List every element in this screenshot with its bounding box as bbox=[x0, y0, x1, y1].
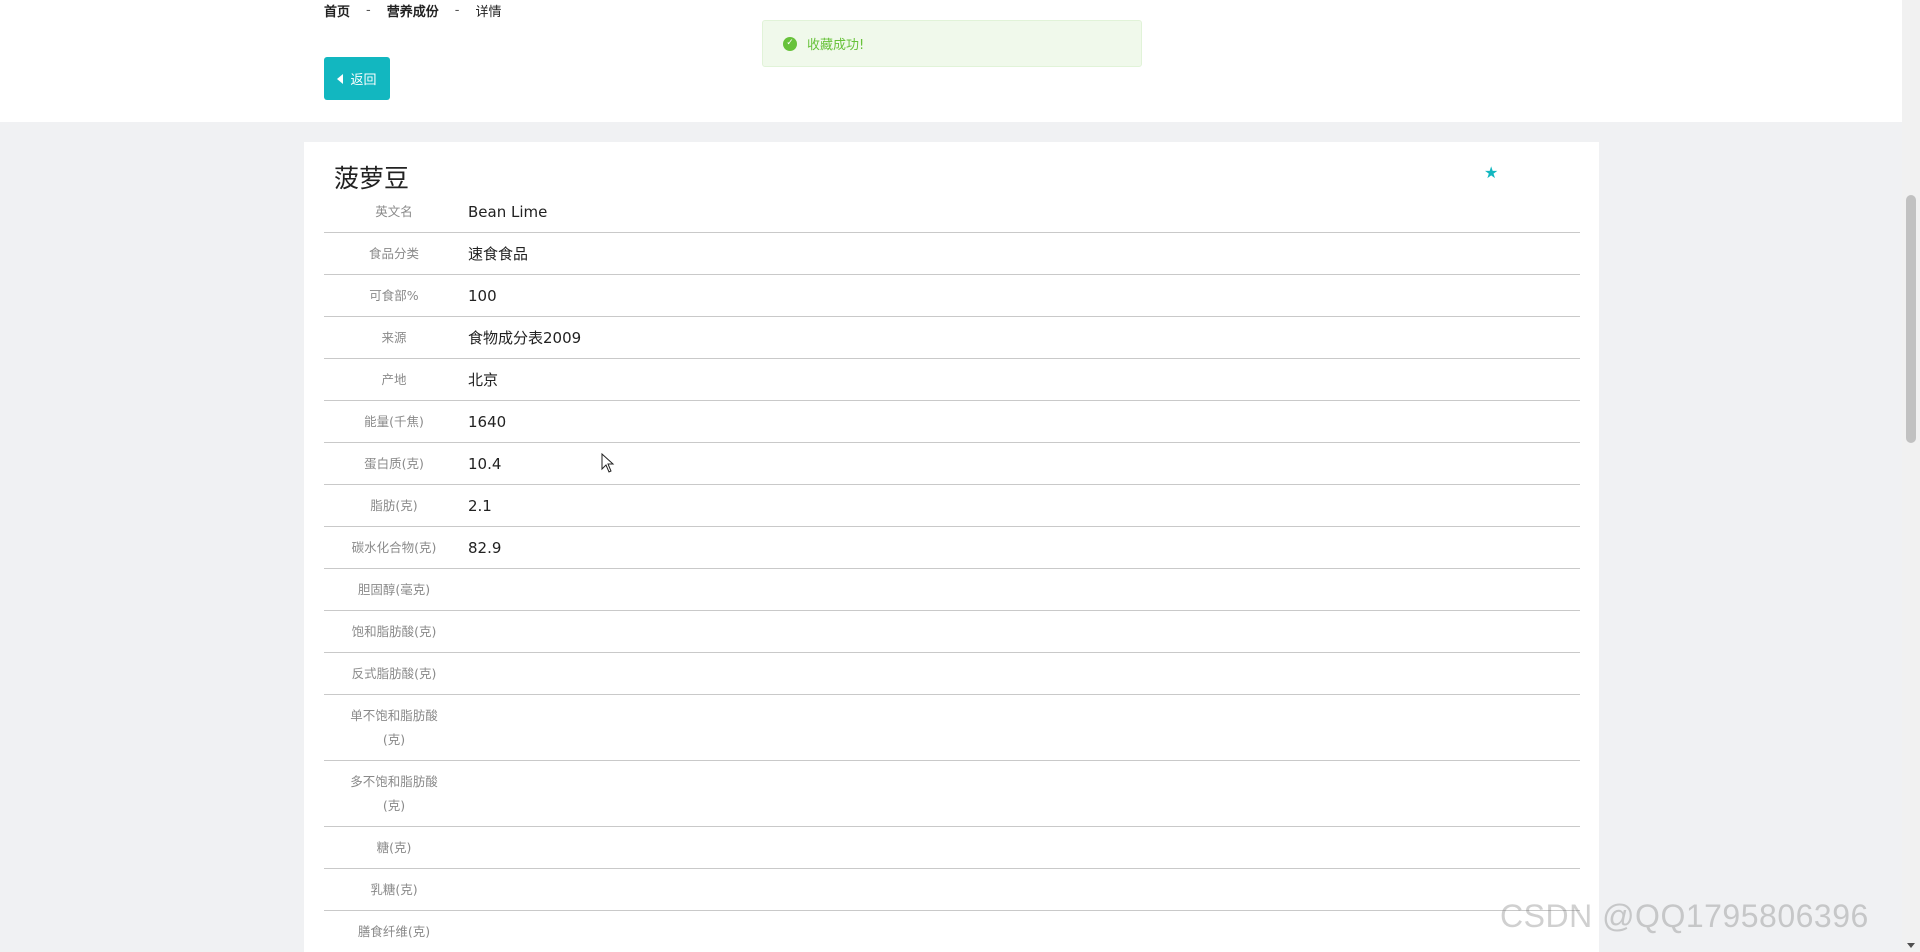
breadcrumb: 首页 - 营养成份 - 详情 bbox=[324, 1, 502, 20]
row-label: 英文名 bbox=[375, 203, 413, 219]
table-row: 单不饱和脂肪酸(克) bbox=[324, 695, 1580, 761]
toast-message: 收藏成功! bbox=[807, 38, 865, 53]
caret-left-icon bbox=[337, 73, 344, 84]
row-label: 多不饱和脂肪酸(克) bbox=[350, 773, 438, 813]
row-value: 食物成分表2009 bbox=[468, 329, 582, 347]
table-row: 可食部% 100 bbox=[324, 275, 1580, 317]
success-toast: ✓ 收藏成功! bbox=[762, 20, 1142, 67]
breadcrumb-separator: - bbox=[454, 2, 460, 18]
table-row: 胆固醇(毫克) bbox=[324, 569, 1580, 611]
table-row: 脂肪(克) 2.1 bbox=[324, 485, 1580, 527]
nutrition-table: 英文名 Bean Lime 食品分类 速食食品可食部% 100 来源 食物成分表2009 产地… bbox=[324, 191, 1580, 952]
row-label: 膳食纤维(克) bbox=[357, 923, 431, 939]
row-label: 乳糖(克) bbox=[370, 881, 418, 897]
row-label: 单不饱和脂肪酸(克) bbox=[350, 707, 438, 747]
table-row: 糖(克) bbox=[324, 827, 1580, 869]
row-value: 100 bbox=[468, 286, 497, 305]
breadcrumb-nutrition[interactable]: 营养成份 bbox=[387, 1, 439, 20]
row-label: 产地 bbox=[381, 371, 407, 387]
breadcrumb-home[interactable]: 首页 bbox=[324, 1, 350, 20]
detail-card: 菠萝豆 ★ 英文名 Bean Lime 食品分类 速食食品可食部% 100 来源 食物成分表… bbox=[304, 142, 1599, 952]
table-row: 蛋白质(克) 10.4 bbox=[324, 443, 1580, 485]
row-value: 速食食品 bbox=[468, 245, 529, 263]
scroll-down-arrow-icon[interactable] bbox=[1907, 943, 1915, 948]
row-label: 饱和脂肪酸(克) bbox=[351, 623, 437, 639]
row-label: 反式脂肪酸(克) bbox=[351, 665, 437, 681]
table-row: 膳食纤维(克) bbox=[324, 911, 1580, 952]
table-row: 多不饱和脂肪酸(克) bbox=[324, 761, 1580, 827]
row-value: 1640 bbox=[468, 412, 507, 431]
row-value: 10.4 bbox=[468, 454, 502, 473]
vertical-scrollbar[interactable] bbox=[1902, 0, 1920, 952]
scroll-thumb[interactable] bbox=[1906, 195, 1916, 443]
table-row: 产地 北京 bbox=[324, 359, 1580, 401]
row-label: 食品分类 bbox=[368, 245, 419, 261]
row-value: Bean Lime bbox=[468, 202, 548, 221]
row-value: 82.9 bbox=[468, 538, 502, 557]
table-row: 饱和脂肪酸(克) bbox=[324, 611, 1580, 653]
row-label: 能量(千焦) bbox=[364, 413, 424, 429]
row-label: 蛋白质(克) bbox=[364, 455, 424, 471]
page-title: 菠萝豆 bbox=[334, 164, 410, 193]
table-row: 反式脂肪酸(克) bbox=[324, 653, 1580, 695]
row-label: 碳水化合物(克) bbox=[351, 539, 437, 555]
table-row: 食品分类 速食食品 bbox=[324, 233, 1580, 275]
row-label: 糖(克) bbox=[376, 839, 412, 855]
row-label: 胆固醇(毫克) bbox=[357, 581, 431, 597]
breadcrumb-detail: 详情 bbox=[475, 4, 502, 20]
row-value: 北京 bbox=[468, 371, 499, 389]
table-row: 乳糖(克) bbox=[324, 869, 1580, 911]
header-area: 首页 - 营养成份 - 详情 返回 ✓ 收藏成功! bbox=[0, 0, 1902, 122]
row-label: 可食部% bbox=[369, 287, 419, 303]
table-row: 来源 食物成分表2009 bbox=[324, 317, 1580, 359]
row-label: 脂肪(克) bbox=[370, 497, 418, 513]
check-circle-icon: ✓ bbox=[783, 36, 797, 51]
mouse-cursor-icon bbox=[601, 453, 615, 473]
table-row: 英文名 Bean Lime bbox=[324, 191, 1580, 233]
star-icon[interactable]: ★ bbox=[1484, 165, 1500, 181]
watermark: CSDN @QQ1795806396 bbox=[1500, 898, 1869, 934]
row-value: 2.1 bbox=[468, 496, 492, 515]
table-row: 碳水化合物(克) 82.9 bbox=[324, 527, 1580, 569]
breadcrumb-separator: - bbox=[366, 2, 371, 18]
back-button-label: 返回 bbox=[350, 73, 377, 88]
row-label: 来源 bbox=[381, 329, 407, 345]
table-row: 能量(千焦) 1640 bbox=[324, 401, 1580, 443]
back-button[interactable]: 返回 bbox=[324, 57, 390, 100]
